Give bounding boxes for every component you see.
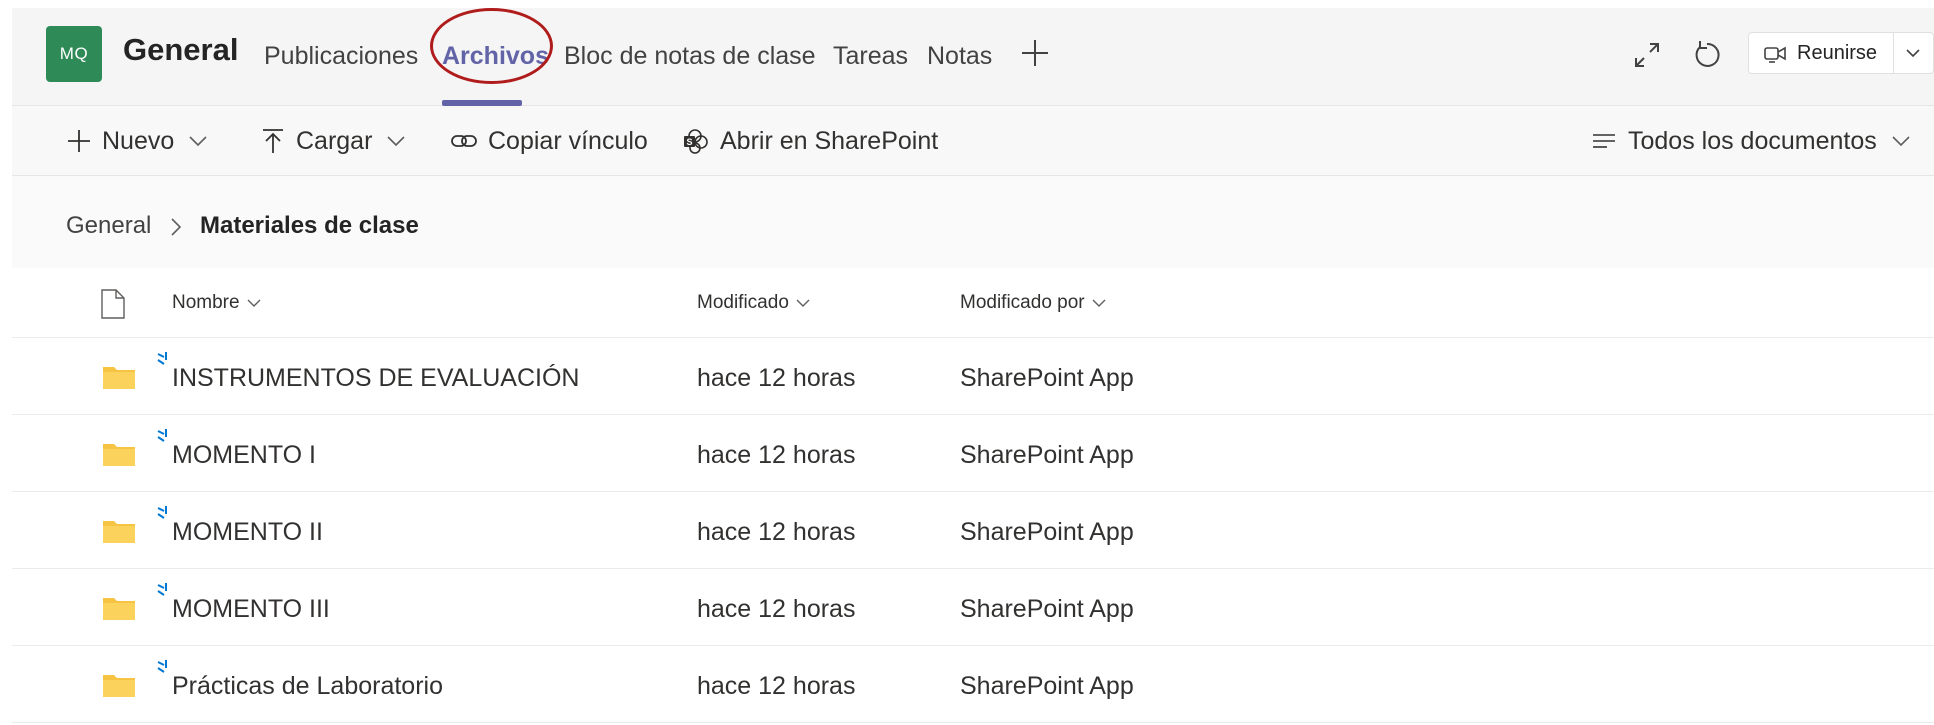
modified-by: SharePoint App: [960, 441, 1134, 469]
chevron-down-icon: [387, 136, 405, 147]
view-selector-label: Todos los documentos: [1628, 126, 1877, 155]
meet-button-divider: [1893, 33, 1894, 73]
chevron-down-icon: [1892, 136, 1910, 147]
breadcrumb-root[interactable]: General: [66, 212, 151, 240]
refresh-icon[interactable]: [1690, 38, 1724, 72]
new-button[interactable]: Nuevo: [66, 106, 208, 176]
command-bar: Nuevo Cargar Copiar vínculo S Abrir en S…: [12, 106, 1934, 176]
file-name[interactable]: Prácticas de Laboratorio: [172, 672, 443, 701]
modified-date: hace 12 horas: [697, 518, 856, 546]
column-header-modified-label: Modificado: [697, 292, 789, 313]
table-row[interactable]: MOMENTO II hace 12 horas SharePoint App: [12, 492, 1934, 569]
file-type-icon[interactable]: [100, 288, 126, 320]
view-selector[interactable]: Todos los documentos: [1590, 106, 1911, 176]
table-row[interactable]: INSTRUMENTOS DE EVALUACIÓN hace 12 horas…: [12, 338, 1934, 415]
upload-button-label: Cargar: [296, 126, 373, 155]
chevron-down-icon: [247, 299, 261, 307]
modified-by: SharePoint App: [960, 672, 1134, 700]
tab-tareas[interactable]: Tareas: [833, 42, 908, 71]
add-tab-icon[interactable]: [1018, 36, 1052, 70]
folder-icon: [103, 444, 135, 466]
open-sharepoint-button[interactable]: S Abrir en SharePoint: [682, 106, 938, 176]
modified-by: SharePoint App: [960, 364, 1134, 392]
file-name[interactable]: MOMENTO III: [172, 595, 330, 624]
folder-icon: [103, 675, 135, 697]
file-list: Nombre Modificado Modificado por INSTRUM…: [12, 268, 1934, 725]
red-circle-annotation: [430, 8, 553, 84]
column-header-name[interactable]: Nombre: [172, 292, 262, 314]
modified-date: hace 12 horas: [697, 672, 856, 700]
modified-by: SharePoint App: [960, 595, 1134, 623]
folder-icon: [103, 367, 135, 389]
file-name[interactable]: MOMENTO II: [172, 518, 323, 547]
window-frame: MQ General Publicaciones Archivos Bloc d…: [0, 0, 1934, 725]
upload-icon: [263, 129, 283, 153]
tab-notas[interactable]: Notas: [927, 42, 992, 71]
meet-button-label: Reunirse: [1797, 42, 1878, 64]
link-icon: [451, 135, 477, 147]
chevron-down-icon[interactable]: [1903, 45, 1923, 61]
sharepoint-icon: S: [684, 129, 708, 154]
folder-icon: [103, 521, 135, 543]
teams-channel-view: MQ General Publicaciones Archivos Bloc d…: [12, 8, 1934, 725]
table-row[interactable]: Prácticas de Laboratorio hace 12 horas S…: [12, 646, 1934, 723]
modified-date: hace 12 horas: [697, 595, 856, 623]
open-sharepoint-label: Abrir en SharePoint: [720, 126, 939, 155]
breadcrumb-current: Materiales de clase: [200, 212, 419, 239]
column-header-modified-by[interactable]: Modificado por: [960, 292, 1107, 314]
copy-link-button[interactable]: Copiar vínculo: [450, 106, 648, 176]
tab-bloc-de-notas[interactable]: Bloc de notas de clase: [564, 42, 816, 71]
copy-link-label: Copiar vínculo: [488, 126, 648, 155]
folder-icon: [103, 598, 135, 620]
table-row[interactable]: MOMENTO I hace 12 horas SharePoint App: [12, 415, 1934, 492]
upload-button[interactable]: Cargar: [260, 106, 406, 176]
file-name[interactable]: INSTRUMENTOS DE EVALUACIÓN: [172, 364, 579, 393]
breadcrumb: General Materiales de clase: [12, 176, 1934, 268]
expand-icon[interactable]: [1630, 38, 1664, 72]
chevron-down-icon: [1092, 299, 1106, 307]
plus-icon: [68, 130, 90, 152]
modified-date: hace 12 horas: [697, 441, 856, 469]
file-name[interactable]: MOMENTO I: [172, 441, 316, 470]
channel-title: General: [123, 32, 239, 67]
video-camera-icon: [1764, 46, 1786, 63]
chevron-down-icon: [189, 136, 207, 147]
new-button-label: Nuevo: [102, 126, 175, 155]
tab-publicaciones[interactable]: Publicaciones: [264, 42, 418, 71]
column-header-modified-by-label: Modificado por: [960, 292, 1085, 313]
modified-date: hace 12 horas: [697, 364, 856, 392]
modified-by: SharePoint App: [960, 518, 1134, 546]
svg-text:S: S: [686, 137, 692, 147]
table-row[interactable]: MOMENTO III hace 12 horas SharePoint App: [12, 569, 1934, 646]
column-header-modified[interactable]: Modificado: [697, 292, 811, 314]
chevron-down-icon: [796, 299, 810, 307]
team-avatar[interactable]: MQ: [46, 26, 102, 82]
list-view-icon: [1593, 134, 1615, 148]
channel-header: MQ General Publicaciones Archivos Bloc d…: [12, 8, 1934, 106]
chevron-right-icon: [171, 218, 182, 236]
list-header: Nombre Modificado Modificado por: [12, 268, 1934, 338]
meet-button[interactable]: Reunirse: [1748, 32, 1934, 74]
column-header-name-label: Nombre: [172, 292, 240, 313]
